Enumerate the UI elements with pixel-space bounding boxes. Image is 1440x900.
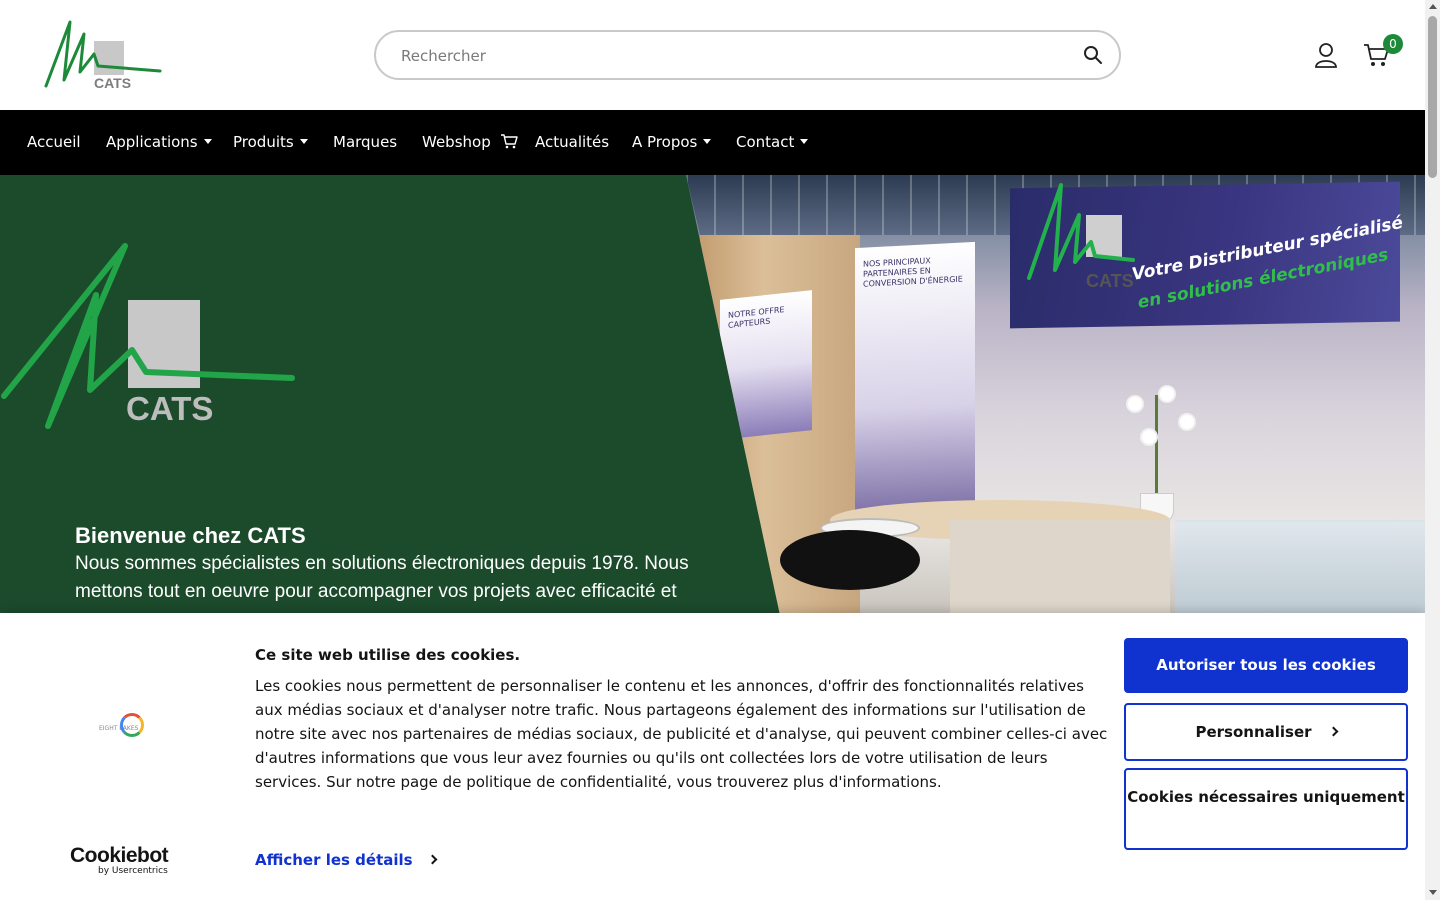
hero-title: Bienvenue chez CATS bbox=[75, 523, 306, 548]
customize-cookies-button[interactable]: Personnaliser bbox=[1124, 703, 1408, 761]
provider-logo: EIGHT LAKES bbox=[96, 713, 148, 741]
scroll-down-arrow-icon[interactable] bbox=[1429, 890, 1437, 895]
show-details-label: Afficher les détails bbox=[255, 851, 413, 869]
cart-count-badge: 0 bbox=[1383, 34, 1403, 54]
logo-text: CATS bbox=[94, 75, 132, 91]
partners-panel: NOS PRINCIPAUX PARTENAIRES EN CONVERSION… bbox=[855, 241, 975, 519]
necessary-cookies-only-button[interactable]: Cookies nécessaires uniquement bbox=[1124, 768, 1408, 850]
search-icon[interactable] bbox=[1083, 45, 1103, 65]
nav-item-accueil[interactable]: Accueil bbox=[27, 110, 81, 175]
user-icon[interactable] bbox=[1314, 42, 1338, 68]
site-header: CATS 0 bbox=[0, 0, 1425, 110]
search-bar[interactable] bbox=[374, 30, 1121, 80]
nav-label: Applications bbox=[106, 133, 198, 151]
glass-display-case bbox=[1175, 520, 1425, 615]
nav-label: Accueil bbox=[27, 133, 81, 151]
main-nav: Accueil Applications Produits Marques We… bbox=[0, 110, 1425, 175]
cookiebot-logo-subtext: by Usercentrics bbox=[98, 866, 168, 876]
scroll-up-arrow-icon[interactable] bbox=[1429, 4, 1437, 9]
nav-label: Contact bbox=[736, 133, 795, 151]
nav-item-webshop[interactable]: Webshop bbox=[422, 110, 518, 175]
orchid-flower bbox=[1142, 430, 1156, 444]
reception-desk-front bbox=[950, 520, 1170, 615]
cats-logo[interactable]: CATS bbox=[40, 14, 164, 94]
nav-item-applications[interactable]: Applications bbox=[106, 110, 212, 175]
cart-button[interactable]: 0 bbox=[1363, 34, 1403, 70]
orchid-stem bbox=[1155, 395, 1158, 495]
allow-all-label: Autoriser tous les cookies bbox=[1156, 656, 1376, 674]
nav-label: Actualités bbox=[535, 133, 610, 151]
nav-item-actualites[interactable]: Actualités bbox=[535, 110, 609, 175]
hero-text: Nous sommes spécialistes en solutions él… bbox=[75, 553, 689, 602]
nav-item-marques[interactable]: Marques bbox=[333, 110, 397, 175]
hero-banner: Votre Distributeur spécialisé en solutio… bbox=[0, 175, 1425, 615]
nav-label: Marques bbox=[333, 133, 398, 151]
customize-label: Personnaliser bbox=[1195, 723, 1312, 741]
provider-logo-text: EIGHT LAKES bbox=[99, 725, 139, 732]
caret-down-icon bbox=[299, 139, 308, 144]
partners-panel-text: NOS PRINCIPAUX PARTENAIRES EN CONVERSION… bbox=[863, 256, 963, 289]
cookie-consent-banner: EIGHT LAKES Cookiebot by Usercentrics Ce… bbox=[0, 613, 1425, 900]
orchid-flower bbox=[1128, 397, 1142, 411]
cookiebot-logo-text: Cookiebot bbox=[70, 844, 169, 867]
hero-logo-text: CATS bbox=[126, 390, 214, 427]
cookie-banner-body: Les cookies nous permettent de personnal… bbox=[255, 677, 1108, 791]
chevron-right-icon bbox=[1328, 726, 1338, 737]
show-details-link[interactable]: Afficher les détails bbox=[255, 851, 438, 869]
caret-down-icon bbox=[203, 139, 212, 144]
caret-down-icon bbox=[703, 139, 712, 144]
nav-item-a-propos[interactable]: A Propos bbox=[632, 110, 712, 175]
hero-logo: CATS bbox=[0, 240, 300, 430]
sensors-panel-text: NOTRE OFFRE CAPTEURS bbox=[728, 305, 785, 330]
cookie-banner-title: Ce site web utilise des cookies. bbox=[255, 646, 521, 664]
scrollbar-thumb[interactable] bbox=[1428, 16, 1437, 178]
necessary-label: Cookies nécessaires uniquement bbox=[1127, 788, 1405, 806]
booth-logo-text: CATS bbox=[1086, 271, 1134, 291]
search-input[interactable] bbox=[401, 44, 1061, 68]
black-chair bbox=[780, 530, 920, 590]
nav-label: Webshop bbox=[422, 133, 491, 151]
nav-item-produits[interactable]: Produits bbox=[233, 110, 308, 175]
orchid-flower bbox=[1160, 387, 1174, 401]
orchid-flower bbox=[1180, 415, 1194, 429]
nav-item-contact[interactable]: Contact bbox=[736, 110, 809, 175]
nav-label: Produits bbox=[233, 133, 294, 151]
chevron-right-icon bbox=[427, 854, 438, 865]
allow-all-cookies-button[interactable]: Autoriser tous les cookies bbox=[1124, 638, 1408, 693]
cart-icon bbox=[500, 134, 518, 149]
page-scrollbar[interactable] bbox=[1425, 0, 1440, 900]
cookiebot-logo[interactable]: Cookiebot by Usercentrics bbox=[70, 844, 169, 876]
nav-label: A Propos bbox=[632, 133, 698, 151]
caret-down-icon bbox=[800, 139, 809, 144]
